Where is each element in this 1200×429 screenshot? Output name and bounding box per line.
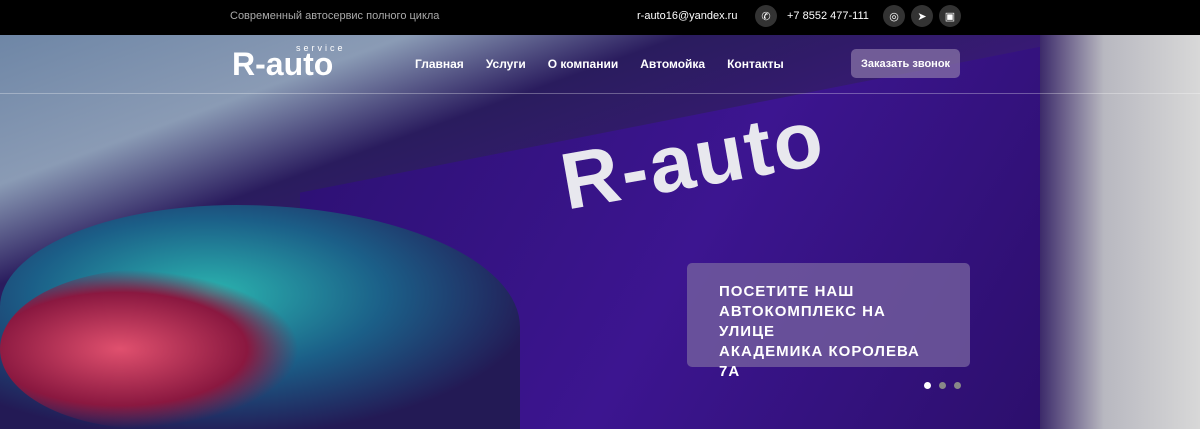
nav-contacts[interactable]: Контакты: [727, 57, 784, 71]
slider-dot[interactable]: [954, 382, 961, 389]
tagline: Современный автосервис полного цикла: [230, 10, 440, 22]
hero-card: ПОСЕТИТЕ НАШ АВТОКОМПЛЕКС НА УЛИЦЕ АКАДЕ…: [687, 263, 970, 380]
main-nav: R-auto service Главная Услуги О компании …: [0, 35, 1200, 94]
phone-icon: ✆: [755, 5, 777, 27]
nav-carwash[interactable]: Автомойка: [640, 57, 705, 71]
nav-services[interactable]: Услуги: [486, 57, 526, 71]
telegram-icon[interactable]: ➤: [911, 5, 933, 27]
logo[interactable]: R-auto service: [232, 43, 343, 83]
nav-about[interactable]: О компании: [548, 57, 619, 71]
hero-line: ПОСЕТИТЕ НАШ: [719, 283, 855, 300]
whatsapp-icon[interactable]: ◎: [883, 5, 905, 27]
hero-line: АКАДЕМИКА КОРОЛЕВА 7А: [719, 343, 920, 380]
slider-dot[interactable]: [939, 382, 946, 389]
wall-background: [1040, 35, 1200, 429]
phone-link[interactable]: +7 8552 477-111: [787, 10, 869, 22]
nav-home[interactable]: Главная: [415, 57, 464, 71]
hero-line: АВТОКОМПЛЕКС НА УЛИЦЕ: [719, 303, 886, 340]
slider-dot[interactable]: [924, 382, 931, 389]
email-link[interactable]: r-auto16@yandex.ru: [637, 10, 737, 22]
top-bar: Современный автосервис полного цикла r-a…: [0, 0, 1200, 35]
instagram-icon[interactable]: ▣: [939, 5, 961, 27]
headlight-image: [0, 269, 300, 429]
hero-slider: R-auto ПОСЕТИТЕ НАШ АВТОКОМПЛЕКС НА УЛИЦ…: [0, 35, 1200, 429]
request-call-button[interactable]: Заказать звонок: [851, 49, 960, 78]
slider-dots: [924, 382, 961, 389]
